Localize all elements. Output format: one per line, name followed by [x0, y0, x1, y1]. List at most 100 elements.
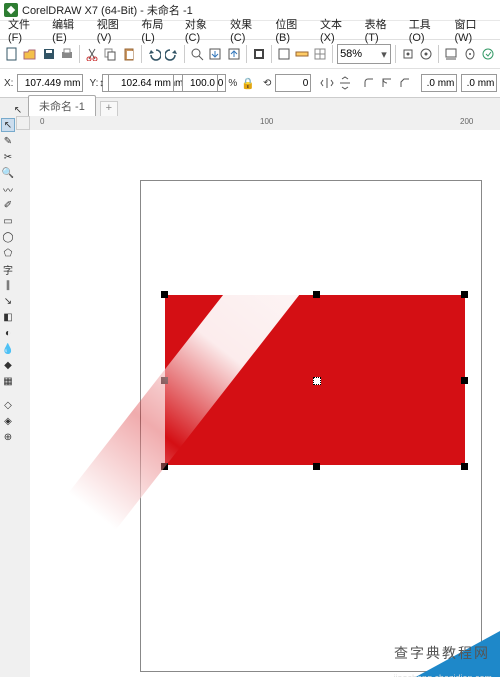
selection-handle-n[interactable]: [313, 291, 320, 298]
canvas[interactable]: [30, 130, 500, 677]
separator: [246, 45, 247, 63]
quick-customize[interactable]: ⊕: [1, 430, 15, 444]
menu-effects[interactable]: 效果(C): [226, 15, 269, 45]
separator: [184, 45, 185, 63]
freehand-tool[interactable]: 〰: [1, 182, 15, 196]
menu-window[interactable]: 窗口(W): [450, 15, 496, 45]
shape-tool[interactable]: ✎: [1, 134, 15, 148]
mirror-h-button[interactable]: [319, 72, 335, 94]
grid-toggle-button[interactable]: [312, 43, 328, 65]
new-button[interactable]: [4, 43, 20, 65]
document-tab[interactable]: 未命名 -1: [28, 95, 96, 116]
menu-text[interactable]: 文本(X): [316, 15, 359, 45]
menu-bar: 文件(F) 编辑(E) 视图(V) 布局(L) 对象(C) 效果(C) 位图(B…: [0, 21, 500, 39]
zoom-combo[interactable]: ▾: [337, 44, 391, 64]
selection-handle-nw[interactable]: [161, 291, 168, 298]
percent-label: %: [228, 78, 239, 89]
x-label: X:: [4, 78, 15, 89]
corner-round-button[interactable]: [361, 72, 377, 94]
pick-tool[interactable]: ↖: [1, 118, 15, 132]
outline-width-2[interactable]: [461, 74, 497, 92]
selection-handle-e[interactable]: [461, 377, 468, 384]
height-field[interactable]: [108, 74, 174, 92]
ruler-horizontal[interactable]: 0 100 200: [30, 116, 500, 131]
watermark: 查字典教程网 jiaocheng.chazidian.com: [330, 621, 500, 677]
hints-button[interactable]: [461, 43, 477, 65]
selection-handle-s[interactable]: [313, 463, 320, 470]
cut-button[interactable]: [84, 43, 100, 65]
polygon-tool[interactable]: ⬠: [1, 246, 15, 260]
outline-width-1[interactable]: [421, 74, 457, 92]
zoom-input[interactable]: [338, 46, 378, 62]
drop-shadow-tool[interactable]: ◧: [1, 310, 15, 324]
fill-flyout[interactable]: ◈: [1, 414, 15, 428]
ruler-origin[interactable]: [16, 116, 30, 130]
export-button[interactable]: [225, 43, 241, 65]
print-button[interactable]: [59, 43, 75, 65]
ruler-toggle-button[interactable]: [294, 43, 310, 65]
watermark-text: 查字典教程网: [394, 643, 490, 663]
ruler-mark: 0: [40, 117, 44, 126]
ellipse-tool[interactable]: ◯: [1, 230, 15, 244]
height-icon: ↕: [99, 78, 106, 89]
menu-bitmap[interactable]: 位图(B): [271, 15, 314, 45]
ruler-mark: 200: [460, 117, 473, 126]
menu-file[interactable]: 文件(F): [4, 15, 46, 45]
add-document-tab[interactable]: +: [100, 101, 118, 116]
parallel-dimension-tool[interactable]: ∥: [1, 278, 15, 292]
options-button[interactable]: [418, 43, 434, 65]
menu-layout[interactable]: 布局(L): [137, 15, 179, 45]
artistic-media-tool[interactable]: ✐: [1, 198, 15, 212]
lock-ratio-icon[interactable]: 🔒: [241, 77, 255, 90]
menu-edit[interactable]: 编辑(E): [48, 15, 91, 45]
menu-tools[interactable]: 工具(O): [405, 15, 449, 45]
launch-button[interactable]: [443, 43, 459, 65]
scale-y-field[interactable]: [182, 74, 218, 92]
corner-chamfer-button[interactable]: [397, 72, 413, 94]
publish-pdf-button[interactable]: [250, 43, 266, 65]
pick-tool-small-icon[interactable]: ↖: [12, 104, 24, 116]
outline-flyout[interactable]: ◇: [1, 398, 15, 412]
mirror-v-button[interactable]: [337, 72, 353, 94]
welcome-button[interactable]: [480, 43, 496, 65]
copy-button[interactable]: [102, 43, 118, 65]
selection-handle-se[interactable]: [461, 463, 468, 470]
menu-object[interactable]: 对象(C): [181, 15, 224, 45]
zoom-dropdown-icon[interactable]: ▾: [378, 48, 390, 61]
ruler-mark: 100: [260, 117, 273, 126]
ruler-vertical[interactable]: [16, 130, 31, 677]
rectangle-tool[interactable]: ▭: [1, 214, 15, 228]
fullscreen-button[interactable]: [275, 43, 291, 65]
separator: [141, 45, 142, 63]
property-bar-row2: ↕: [18, 74, 218, 92]
snap-button[interactable]: [400, 43, 416, 65]
toolbox: ↖ ✎ ✂ 🔍 〰 ✐ ▭ ◯ ⬠ 字 ∥ ↘ ◧ ◐ 💧 ◆ ▦ ◇ ◈ ⊕: [0, 116, 17, 677]
rotation-field[interactable]: [275, 74, 311, 92]
smart-fill-tool[interactable]: ▦: [1, 374, 15, 388]
selection-handle-ne[interactable]: [461, 291, 468, 298]
open-button[interactable]: [22, 43, 38, 65]
separator: [438, 45, 439, 63]
save-button[interactable]: [41, 43, 57, 65]
corner-scallop-button[interactable]: [379, 72, 395, 94]
paste-button[interactable]: [121, 43, 137, 65]
undo-button[interactable]: [146, 43, 162, 65]
separator: [79, 45, 80, 63]
menu-table[interactable]: 表格(T): [361, 15, 403, 45]
color-eyedropper-tool[interactable]: 💧: [1, 342, 15, 356]
redo-button[interactable]: [164, 43, 180, 65]
rotate-icon: ⟲: [263, 78, 273, 89]
text-tool[interactable]: 字: [1, 262, 15, 276]
watermark-url: jiaocheng.chazidian.com: [393, 673, 492, 677]
transparency-tool[interactable]: ◐: [1, 326, 15, 340]
search-button[interactable]: [189, 43, 205, 65]
import-button[interactable]: [207, 43, 223, 65]
interactive-fill-tool[interactable]: ◆: [1, 358, 15, 372]
connector-tool[interactable]: ↘: [1, 294, 15, 308]
separator: [395, 45, 396, 63]
separator: [271, 45, 272, 63]
selection-center[interactable]: [313, 377, 321, 385]
menu-view[interactable]: 视图(V): [93, 15, 136, 45]
crop-tool[interactable]: ✂: [1, 150, 15, 164]
zoom-tool[interactable]: 🔍: [1, 166, 15, 180]
